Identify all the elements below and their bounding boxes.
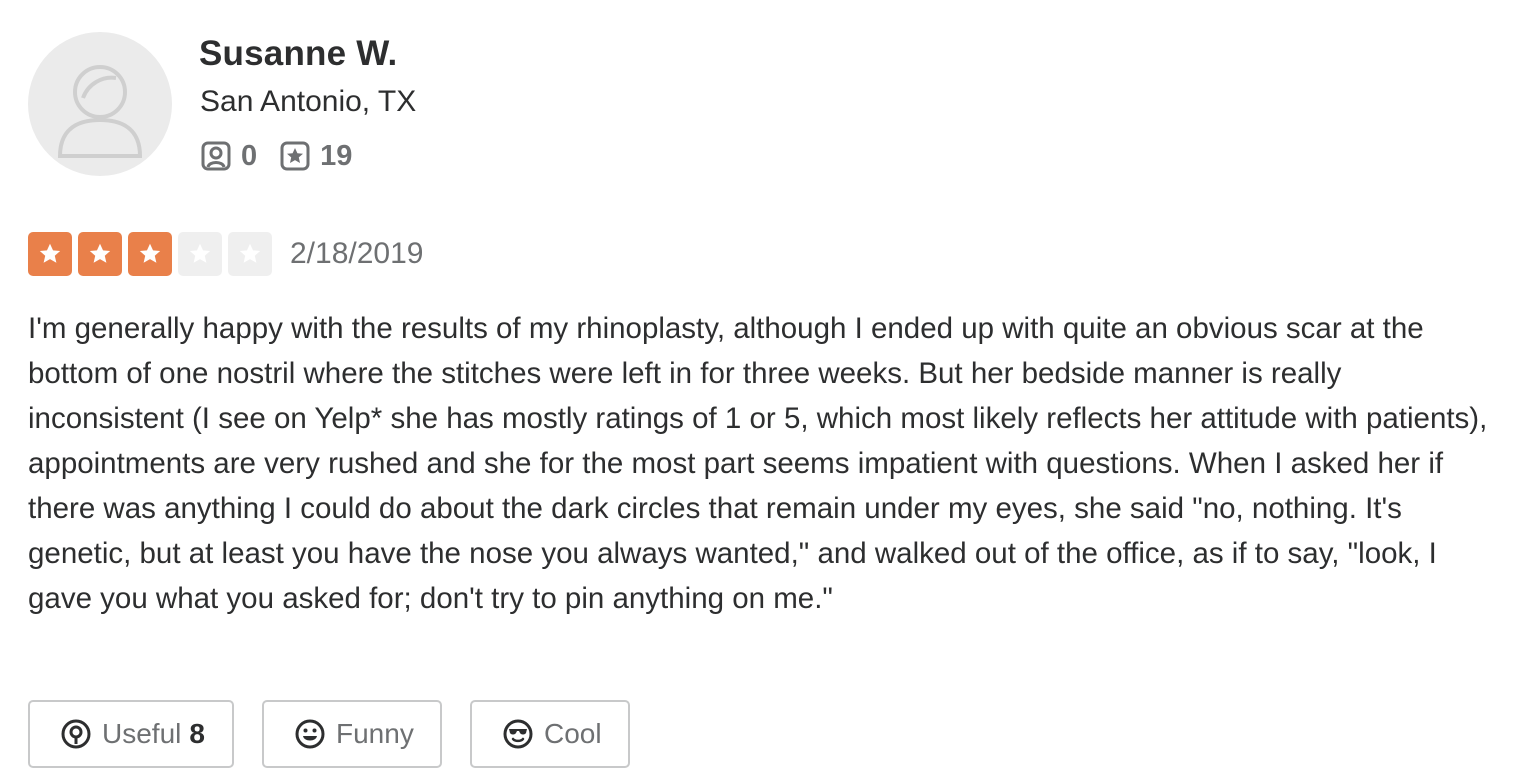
star-icon	[89, 243, 111, 263]
friends-count: 0	[241, 139, 258, 172]
useful-label: Useful	[102, 718, 182, 749]
smiley-icon	[295, 719, 325, 749]
user-name[interactable]: Susanne W.	[199, 34, 397, 74]
review-actions: Useful 8 Funny Cool	[28, 700, 658, 768]
review-text: I'm generally happy with the results of …	[28, 312, 1488, 615]
rating-star	[28, 232, 72, 276]
user-stats: 0 19	[200, 138, 374, 174]
cool-button[interactable]: Cool	[470, 700, 630, 768]
star-icon	[39, 243, 61, 263]
funny-button[interactable]: Funny	[262, 700, 442, 768]
reviews-count: 19	[320, 139, 353, 172]
sunglasses-face-icon	[503, 719, 533, 749]
rating-star	[178, 232, 222, 276]
useful-count: 8	[189, 718, 205, 749]
star-rating	[28, 232, 278, 276]
funny-label: Funny	[336, 718, 414, 749]
useful-button[interactable]: Useful 8	[28, 700, 234, 768]
rating-star	[228, 232, 272, 276]
review-star-icon	[280, 141, 310, 171]
rating-star	[128, 232, 172, 276]
friends-icon	[201, 141, 231, 171]
review-date: 2/18/2019	[290, 237, 424, 270]
lightbulb-icon	[61, 719, 91, 749]
star-icon	[239, 243, 261, 263]
rating-row: 2/18/2019	[28, 232, 423, 276]
user-avatar[interactable]	[28, 32, 172, 176]
friends-stat: 0	[200, 140, 257, 173]
default-avatar-icon	[57, 65, 143, 158]
star-icon	[139, 243, 161, 263]
rating-star	[78, 232, 122, 276]
star-icon	[189, 243, 211, 263]
cool-label: Cool	[544, 718, 602, 749]
reviews-stat: 19	[279, 140, 352, 173]
user-location: San Antonio, TX	[200, 85, 417, 118]
